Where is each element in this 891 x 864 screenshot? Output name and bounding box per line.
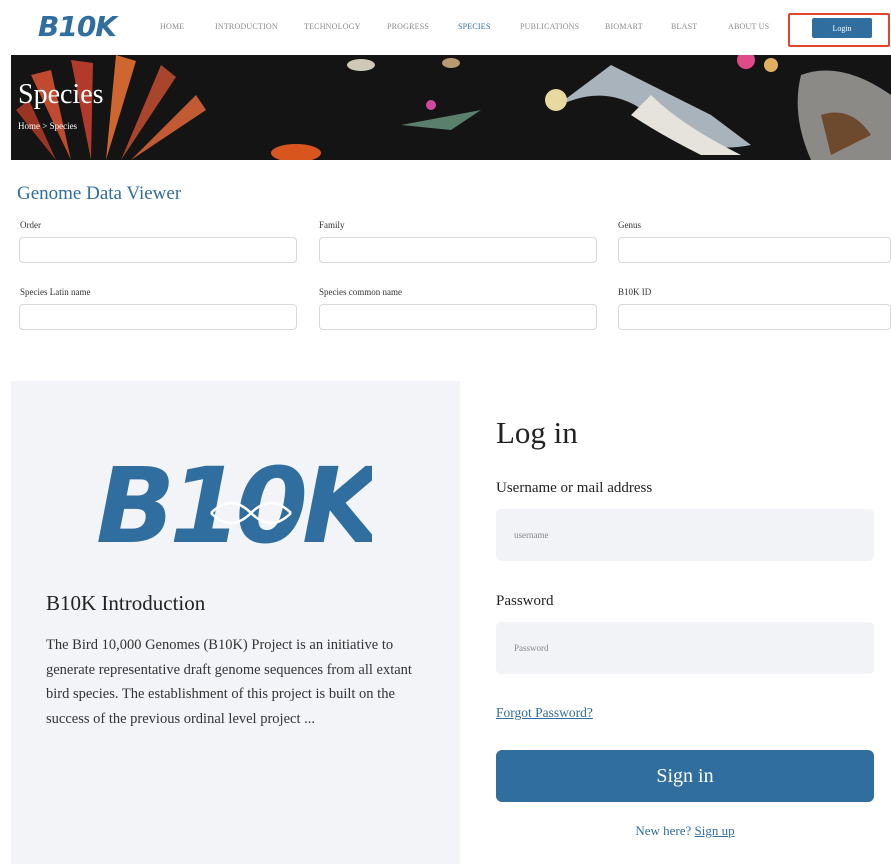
- intro-heading: B10K Introduction: [46, 591, 206, 615]
- bird-illustration-image: [16, 55, 891, 160]
- username-input[interactable]: username: [496, 509, 874, 561]
- genus-label: Genus: [618, 220, 641, 230]
- signup-line: New here? Sign up: [496, 823, 874, 839]
- sign-in-button[interactable]: Sign in: [496, 750, 874, 802]
- banner-title: Species: [18, 79, 104, 110]
- nav-progress[interactable]: PROGRESS: [387, 22, 429, 31]
- login-title: Log in: [496, 415, 578, 450]
- site-logo[interactable]: B10K: [38, 10, 117, 43]
- password-input[interactable]: Password: [496, 622, 874, 674]
- species-banner: Species Home > Species: [11, 55, 891, 160]
- family-label: Family: [319, 220, 345, 230]
- genome-viewer-title: Genome Data Viewer: [17, 183, 182, 204]
- b10k-logo: B10K: [96, 458, 372, 548]
- nav-home[interactable]: HOME: [160, 22, 184, 31]
- breadcrumb[interactable]: Home > Species: [18, 121, 77, 131]
- new-here-text: New here?: [635, 823, 692, 838]
- genus-input[interactable]: [618, 237, 891, 263]
- b10k-id-label: B10K ID: [618, 287, 652, 297]
- nav-technology[interactable]: TECHNOLOGY: [304, 22, 361, 31]
- forgot-password-link[interactable]: Forgot Password?: [496, 705, 593, 721]
- nav-publications[interactable]: PUBLICATIONS: [520, 22, 579, 31]
- sign-up-link[interactable]: Sign up: [695, 823, 735, 838]
- nav-species[interactable]: SPECIES: [458, 22, 491, 31]
- species-common-name-label: Species common name: [319, 287, 402, 297]
- order-input[interactable]: [19, 237, 297, 263]
- nav-about-us[interactable]: ABOUT US: [728, 22, 769, 31]
- intro-text: The Bird 10,000 Genomes (B10K) Project i…: [46, 637, 412, 727]
- order-label: Order: [20, 220, 41, 230]
- b10k-id-input[interactable]: [618, 304, 891, 330]
- intro-panel: [11, 381, 460, 864]
- nav-biomart[interactable]: BIOMART: [605, 22, 643, 31]
- species-latin-name-input[interactable]: [19, 304, 297, 330]
- username-label: Username or mail address: [496, 480, 653, 496]
- login-button[interactable]: Login: [812, 18, 872, 38]
- species-common-name-input[interactable]: [319, 304, 597, 330]
- top-navigation: B10K HOME INTRODUCTION TECHNOLOGY PROGRE…: [0, 0, 891, 54]
- nav-blast[interactable]: BLAST: [671, 22, 697, 31]
- password-label: Password: [496, 593, 554, 609]
- species-latin-name-label: Species Latin name: [20, 287, 91, 297]
- nav-introduction[interactable]: INTRODUCTION: [215, 22, 278, 31]
- family-input[interactable]: [319, 237, 597, 263]
